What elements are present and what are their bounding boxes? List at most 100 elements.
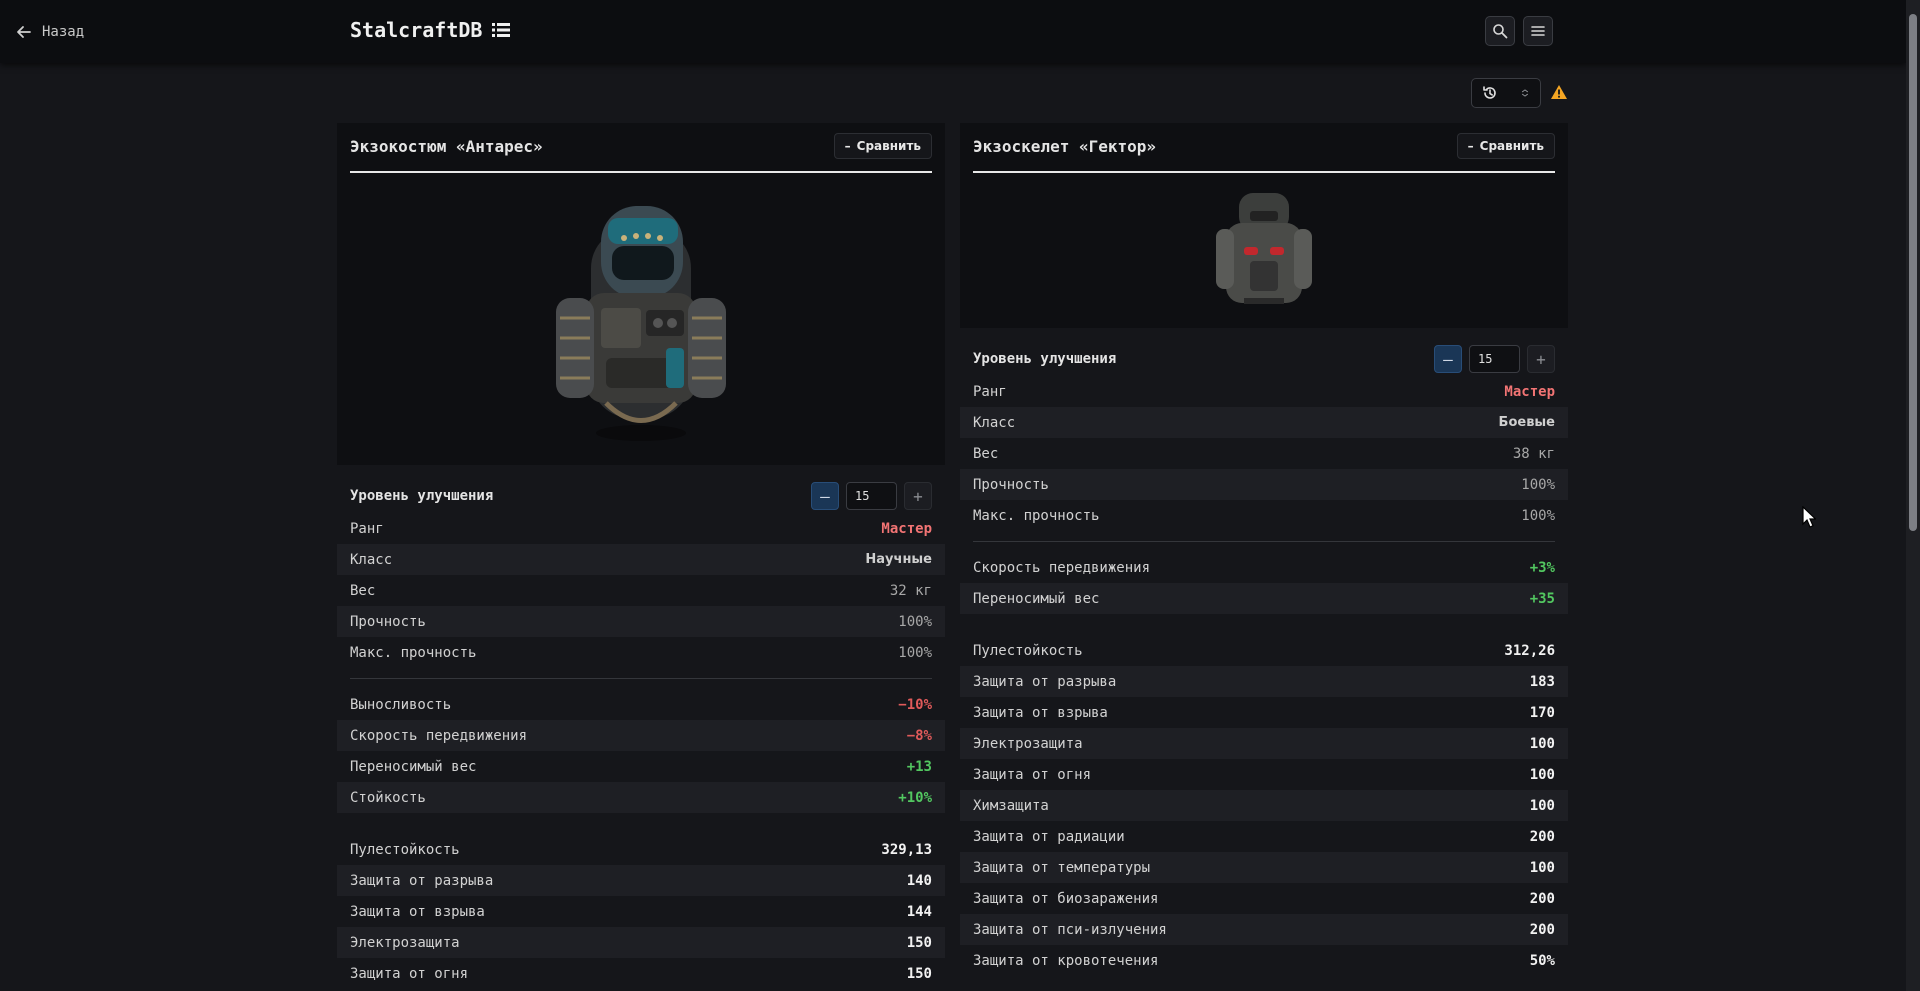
- stat-label: Скорость передвижения: [973, 559, 1151, 576]
- stat-value: 100%: [1521, 507, 1555, 524]
- stat-row: Стойкость +10%: [337, 782, 945, 813]
- stat-value: 312,26: [1504, 642, 1555, 659]
- item-image: [960, 180, 1568, 328]
- stat-label: Пулестойкость: [350, 841, 460, 858]
- stats-panel: Уровень улучшения — + Ранг Мастер Класс …: [960, 342, 1568, 976]
- compare-button[interactable]: – Сравнить: [833, 133, 932, 159]
- scrollbar-thumb[interactable]: [1909, 14, 1917, 531]
- stat-value: 100%: [1521, 476, 1555, 493]
- card-header: Экзоскелет «Гектор» – Сравнить: [960, 123, 1568, 180]
- stat-label: Защита от кровотечения: [973, 952, 1159, 969]
- stat-row: Скорость передвижения +3%: [960, 552, 1568, 583]
- upgrade-level-input[interactable]: [1469, 345, 1520, 373]
- item-card-antares: Экзокостюм «Антарес» – Сравнить Уровень …: [337, 123, 945, 989]
- stat-label: Выносливость: [350, 696, 452, 713]
- increase-level-button[interactable]: +: [904, 482, 932, 510]
- stat-value: 100: [1529, 797, 1555, 814]
- stat-row: Защита от разрыва 140: [337, 865, 945, 896]
- back-button[interactable]: Назад: [16, 20, 84, 44]
- stat-row: Защита от кровотечения 50%: [960, 945, 1568, 976]
- compare-button[interactable]: – Сравнить: [1456, 133, 1555, 159]
- upgrade-level-row: Уровень улучшения — +: [960, 342, 1568, 376]
- stat-row: Защита от радиации 200: [960, 821, 1568, 852]
- stat-label: Переносимый вес: [973, 590, 1100, 607]
- upgrade-level-input[interactable]: [846, 482, 897, 510]
- divider: [337, 668, 945, 689]
- stat-value: 200: [1529, 828, 1555, 845]
- divider: [960, 531, 1568, 552]
- minus-icon: —: [1443, 349, 1453, 369]
- upgrade-level-label: Уровень улучшения: [350, 488, 494, 504]
- stat-value: Научные: [865, 552, 932, 567]
- stat-label: Вес: [973, 445, 999, 462]
- stat-row: Класс Боевые: [960, 407, 1568, 438]
- stat-value: 144: [906, 903, 932, 920]
- brand-logo[interactable]: StalcraftDB: [350, 18, 511, 42]
- top-bar: Назад StalcraftDB: [0, 0, 1906, 63]
- stat-row: Химзащита 100: [960, 790, 1568, 821]
- upgrade-level-stepper: — +: [811, 482, 932, 510]
- decrease-level-button[interactable]: —: [811, 482, 839, 510]
- stat-label: Пулестойкость: [973, 642, 1083, 659]
- updown-chevron-icon: [1522, 89, 1528, 97]
- search-button[interactable]: [1485, 16, 1515, 46]
- stat-row: Защита от температуры 100: [960, 852, 1568, 883]
- card-header: Экзокостюм «Антарес» – Сравнить: [337, 123, 945, 180]
- history-icon: [1483, 86, 1496, 99]
- stat-row: Макс. прочность 100%: [337, 637, 945, 668]
- version-selector[interactable]: [1471, 78, 1541, 108]
- stat-label: Защита от разрыва: [973, 673, 1117, 690]
- stat-label: Переносимый вес: [350, 758, 477, 775]
- stat-label: Вес: [350, 582, 376, 599]
- minus-icon: –: [1467, 139, 1474, 153]
- increase-level-button[interactable]: +: [1527, 345, 1555, 373]
- stat-row: Пулестойкость 312,26: [960, 635, 1568, 666]
- stat-value: −10%: [898, 696, 932, 713]
- mouse-cursor-icon: [1802, 506, 1816, 528]
- search-icon: [1493, 24, 1508, 39]
- stat-value: 100%: [898, 613, 932, 630]
- stat-value: 150: [906, 934, 932, 951]
- stat-label: Ранг: [973, 383, 1007, 400]
- stat-label: Химзащита: [973, 797, 1049, 814]
- title-underline: [973, 171, 1555, 173]
- upgrade-level-label: Уровень улучшения: [973, 351, 1117, 367]
- stat-label: Скорость передвижения: [350, 727, 528, 744]
- stat-label: Защита от температуры: [973, 859, 1151, 876]
- stat-label: Макс. прочность: [350, 644, 477, 661]
- item-card-hector: Экзоскелет «Гектор» – Сравнить Уровень у…: [960, 123, 1568, 976]
- page-scrollbar[interactable]: [1906, 0, 1920, 991]
- warning-icon[interactable]: [1550, 84, 1568, 100]
- arrow-left-icon: [17, 26, 31, 38]
- title-underline: [350, 171, 932, 173]
- minus-icon: –: [844, 139, 851, 153]
- compare-label: Сравнить: [856, 139, 921, 153]
- stat-label: Защита от огня: [350, 965, 469, 982]
- stat-label: Прочность: [973, 476, 1049, 493]
- decrease-level-button[interactable]: —: [1434, 345, 1462, 373]
- exosuit-image: [556, 205, 726, 441]
- stat-row: Защита от огня 150: [337, 958, 945, 989]
- stat-label: Класс: [973, 414, 1016, 431]
- stat-row: Вес 32 кг: [337, 575, 945, 606]
- stat-value: 329,13: [881, 841, 932, 858]
- stat-row: Переносимый вес +35: [960, 583, 1568, 614]
- stat-row: Защита от разрыва 183: [960, 666, 1568, 697]
- stat-value: 32 кг: [889, 582, 932, 599]
- stat-row: Вес 38 кг: [960, 438, 1568, 469]
- stat-row: Электрозащита 150: [337, 927, 945, 958]
- stat-label: Класс: [350, 551, 393, 568]
- stat-label: Защита от взрыва: [973, 704, 1108, 721]
- stat-value: 38 кг: [1512, 445, 1555, 462]
- stat-row: Пулестойкость 329,13: [337, 834, 945, 865]
- stat-label: Защита от пси-излучения: [973, 921, 1167, 938]
- stat-label: Стойкость: [350, 789, 426, 806]
- stat-value: 100: [1529, 859, 1555, 876]
- stat-label: Прочность: [350, 613, 426, 630]
- menu-button[interactable]: [1523, 16, 1553, 46]
- stat-value: 100%: [898, 644, 932, 661]
- stat-label: Электрозащита: [350, 934, 460, 951]
- stat-label: Ранг: [350, 520, 384, 537]
- stat-value: 150: [906, 965, 932, 982]
